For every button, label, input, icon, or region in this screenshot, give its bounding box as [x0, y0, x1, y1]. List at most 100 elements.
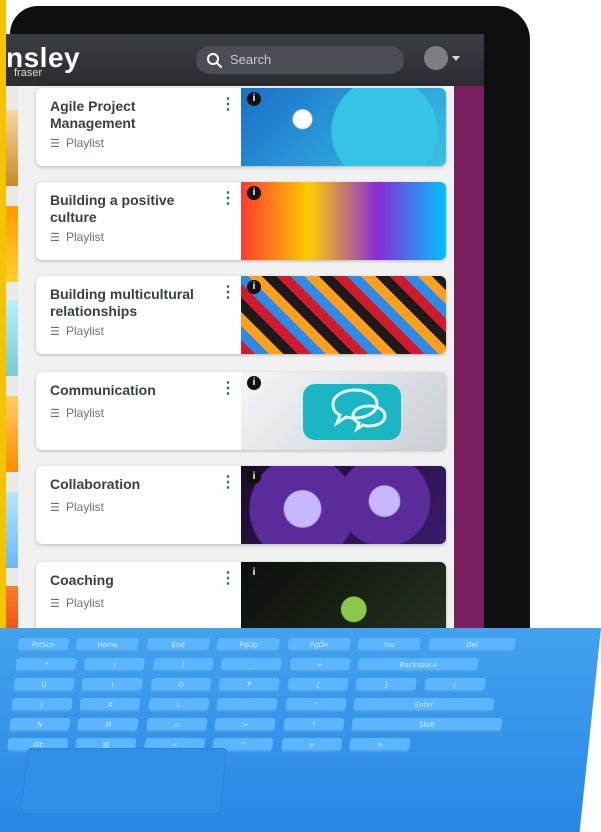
left-thumb [6, 492, 18, 568]
key[interactable]: PgDn [287, 638, 351, 652]
key[interactable]: U [13, 678, 75, 692]
search-icon [207, 53, 222, 68]
playlist-card[interactable]: Coaching ☰ Playlist ⋮ i [36, 562, 446, 634]
key[interactable]: End [146, 638, 210, 652]
key[interactable]: N [9, 718, 71, 732]
key[interactable]: ( [83, 658, 146, 672]
key[interactable]: : [216, 698, 279, 712]
key[interactable]: " [284, 698, 347, 712]
card-subtitle-text: Playlist [66, 406, 105, 420]
card-title: Agile Project Management [50, 98, 136, 131]
key[interactable]: J [11, 698, 73, 712]
keyboard-row: * ( ) _ + Backspace [14, 654, 482, 672]
key[interactable]: { [287, 678, 349, 692]
chevron-down-icon[interactable] [452, 56, 460, 61]
key[interactable]: } [355, 678, 418, 692]
key[interactable]: > [349, 738, 411, 752]
info-icon[interactable]: i [247, 566, 261, 580]
keyboard-row: U I O P { } | [11, 674, 487, 692]
info-icon[interactable]: i [247, 92, 261, 106]
card-subtitle-text: Playlist [66, 230, 105, 244]
more-icon[interactable]: ⋮ [220, 571, 237, 587]
key[interactable]: ) [152, 658, 214, 672]
more-icon[interactable]: ⋮ [220, 381, 237, 397]
card-title: Collaboration [50, 476, 141, 492]
card-thumbnail[interactable]: i [241, 466, 446, 544]
card-subtitle: ☰ Playlist [50, 406, 104, 420]
key[interactable]: K [79, 698, 142, 712]
keyboard: PrtScn Home End PgUp PgDn Ins Del * ( ) … [0, 628, 601, 832]
card-title: Coaching [50, 572, 114, 588]
card-subtitle-text: Playlist [66, 596, 105, 610]
playlist-card[interactable]: Communication ☰ Playlist ⋮ i [36, 372, 446, 450]
playlist-card[interactable]: Building multicultural relationships ☰ Pl… [36, 276, 446, 354]
card-thumbnail[interactable]: i [241, 88, 446, 166]
key[interactable]: _ [220, 658, 283, 672]
list-icon: ☰ [50, 138, 60, 150]
key[interactable]: Ins [357, 638, 422, 652]
card-subtitle: ☰ Playlist [50, 230, 104, 244]
left-thumb [6, 586, 18, 634]
list-icon: ☰ [50, 326, 60, 338]
search-placeholder: Search [230, 52, 272, 67]
card-thumbnail[interactable]: i [241, 372, 446, 450]
key[interactable]: + [289, 658, 351, 672]
key[interactable]: PgUp [216, 638, 281, 652]
card-title: Communication [50, 382, 156, 398]
list-icon: ☰ [50, 598, 60, 610]
key[interactable]: * [15, 658, 77, 672]
key[interactable]: L [148, 698, 210, 712]
left-thumb [6, 396, 18, 472]
key[interactable]: Shift [351, 718, 503, 732]
key[interactable]: PrtScn [17, 638, 69, 652]
right-accent-panel [454, 86, 484, 634]
key[interactable]: O [150, 678, 212, 692]
more-icon[interactable]: ⋮ [220, 475, 237, 491]
left-thumb [6, 300, 18, 376]
keyboard-row: PrtScn Home End PgUp PgDn Ins Del [16, 634, 518, 652]
playlist-card[interactable]: Agile Project Management ☰ Playlist ⋮ i [36, 88, 446, 166]
device-screen: nsley fraser Search Agile Project Manage… [6, 34, 484, 634]
more-icon[interactable]: ⋮ [220, 285, 237, 301]
card-title: Building multicultural relationships [50, 286, 194, 319]
card-thumbnail[interactable]: i [241, 276, 446, 354]
list-icon: ☰ [50, 408, 60, 420]
top-bar: nsley fraser Search [6, 34, 484, 86]
chat-icon [303, 384, 401, 440]
search-input[interactable]: Search [196, 46, 404, 74]
keyboard-row: J K L : " Enter [9, 694, 497, 712]
playlist-card[interactable]: Building a positive culture ☰ Playlist ⋮ … [36, 182, 446, 260]
key[interactable]: M [77, 718, 139, 732]
key[interactable]: | [423, 678, 486, 692]
card-thumbnail[interactable]: i [241, 182, 446, 260]
key[interactable]: Home [75, 638, 140, 652]
playlist-card[interactable]: Collaboration ☰ Playlist ⋮ i [36, 466, 446, 544]
card-subtitle: ☰ Playlist [50, 596, 104, 610]
card-title: Building a positive culture [50, 192, 175, 225]
key[interactable]: < [145, 718, 208, 732]
card-subtitle-text: Playlist [66, 324, 105, 338]
card-subtitle-text: Playlist [66, 500, 105, 514]
info-icon[interactable]: i [247, 280, 261, 294]
more-icon[interactable]: ⋮ [220, 97, 237, 113]
key[interactable]: ? [282, 718, 345, 732]
key[interactable]: Del [428, 638, 516, 652]
left-thumb [6, 110, 18, 186]
key[interactable]: Enter [353, 698, 495, 712]
list-icon: ☰ [50, 502, 60, 514]
left-thumb [6, 206, 18, 282]
info-icon[interactable]: i [247, 186, 261, 200]
more-icon[interactable]: ⋮ [220, 191, 237, 207]
info-icon[interactable]: i [247, 470, 261, 484]
keyboard-row: N M < > ? Shift [7, 714, 505, 732]
card-thumbnail[interactable]: i [241, 562, 446, 634]
avatar[interactable] [424, 46, 448, 70]
key[interactable]: v [280, 738, 343, 752]
left-thumbnail-strip [6, 86, 18, 634]
logo-subtitle: fraser [14, 67, 43, 79]
key[interactable]: Backspace [357, 658, 480, 672]
touchpad[interactable] [20, 748, 228, 814]
key[interactable]: P [218, 678, 281, 692]
key[interactable]: I [81, 678, 144, 692]
key[interactable]: > [214, 718, 276, 732]
